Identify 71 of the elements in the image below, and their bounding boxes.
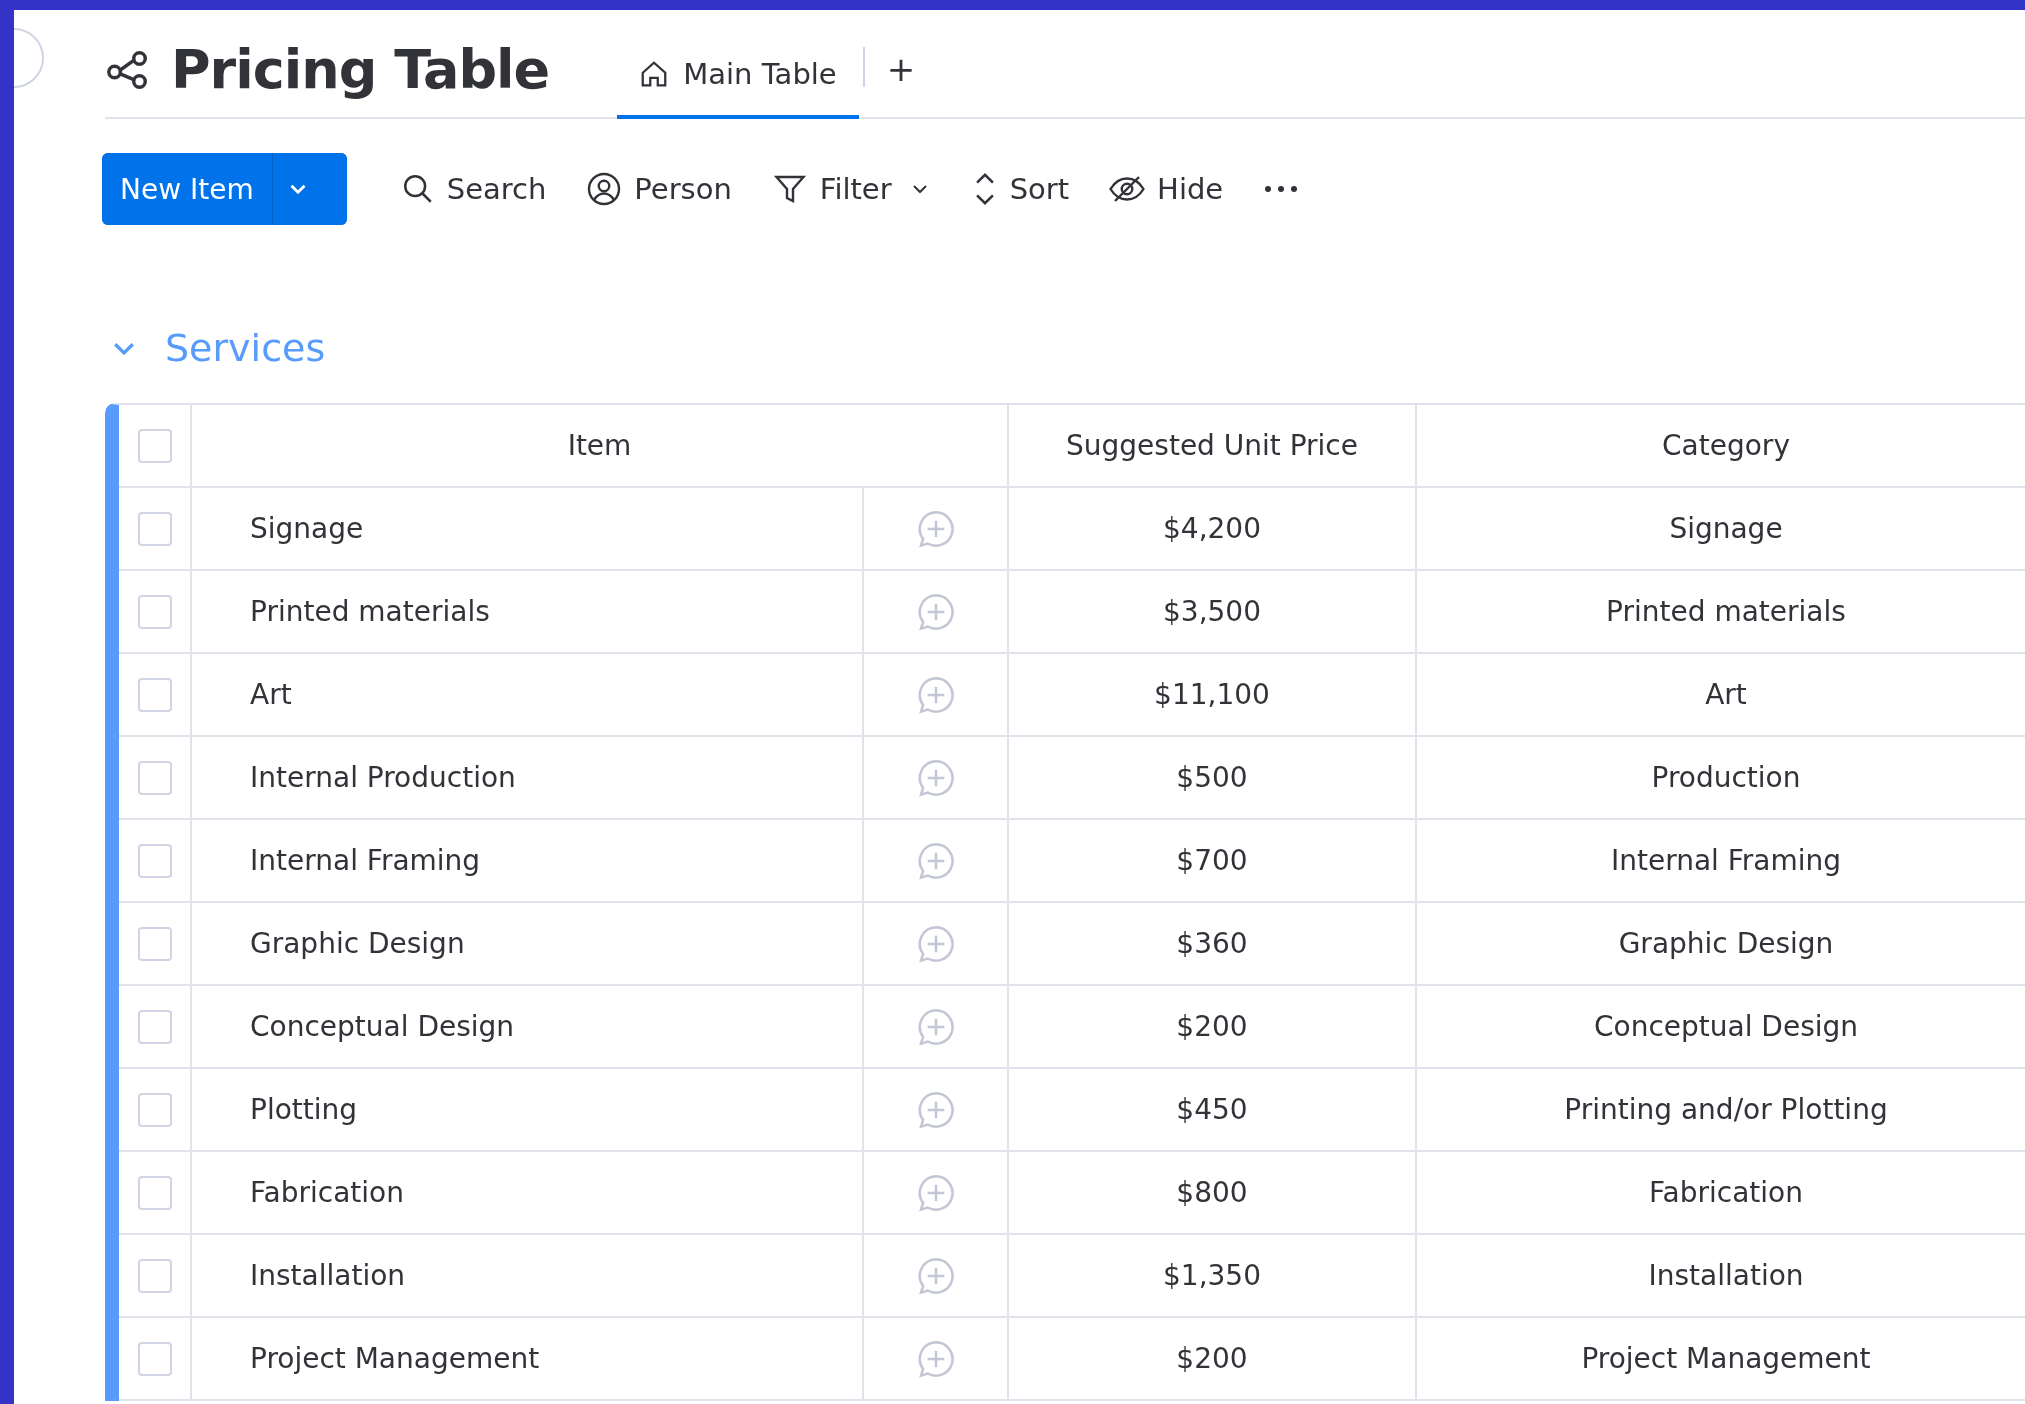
price-cell: $200: [1009, 986, 1417, 1067]
add-comment-icon[interactable]: [915, 1089, 956, 1130]
person-icon: [586, 171, 623, 207]
item-cell[interactable]: Plotting: [192, 1069, 864, 1150]
item-cell[interactable]: Art: [192, 654, 864, 735]
price-cell: $200: [1009, 1318, 1417, 1399]
person-button[interactable]: Person: [566, 171, 752, 207]
add-comment-icon[interactable]: [915, 674, 956, 715]
category-cell: Signage: [1417, 488, 2025, 569]
checkbox[interactable]: [137, 760, 172, 795]
checkbox[interactable]: [137, 1009, 172, 1044]
category-cell: Printing and/or Plotting: [1417, 1069, 2025, 1150]
price-cell: $4,200: [1009, 488, 1417, 569]
checkbox[interactable]: [137, 1258, 172, 1293]
item-cell[interactable]: Printed materials: [192, 571, 864, 652]
item-cell[interactable]: Installation: [192, 1235, 864, 1316]
add-comment-icon[interactable]: [915, 1338, 956, 1379]
checkbox[interactable]: [137, 1092, 172, 1127]
item-cell[interactable]: Project Management: [192, 1318, 864, 1399]
add-comment-icon[interactable]: [915, 1006, 956, 1047]
add-comment-icon[interactable]: [915, 1255, 956, 1296]
view-tab[interactable]: Main Table: [617, 57, 859, 119]
new-item-dropdown-button[interactable]: [271, 153, 347, 225]
price-cell: $11,100: [1009, 654, 1417, 735]
category-cell: Production: [1417, 737, 2025, 818]
item-cell[interactable]: Fabrication: [192, 1152, 864, 1233]
add-view-button[interactable]: +: [868, 49, 934, 117]
item-cell[interactable]: Internal Production: [192, 737, 864, 818]
hide-button[interactable]: Hide: [1089, 172, 1244, 206]
checkbox[interactable]: [137, 926, 172, 961]
category-cell: Printed materials: [1417, 571, 2025, 652]
price-cell: $700: [1009, 820, 1417, 901]
price-cell: $360: [1009, 903, 1417, 984]
category-cell: Conceptual Design: [1417, 986, 2025, 1067]
item-cell[interactable]: Signage: [192, 488, 864, 569]
sort-button[interactable]: Sort: [951, 170, 1090, 208]
add-comment-icon[interactable]: [915, 508, 956, 549]
item-cell[interactable]: Internal Framing: [192, 820, 864, 901]
checkbox[interactable]: [137, 428, 172, 463]
category-cell: Project Management: [1417, 1318, 2025, 1399]
category-cell: Installation: [1417, 1235, 2025, 1316]
add-comment-icon[interactable]: [915, 757, 956, 798]
checkbox[interactable]: [137, 594, 172, 629]
checkbox[interactable]: [137, 843, 172, 878]
checkbox[interactable]: [137, 677, 172, 712]
add-comment-icon[interactable]: [915, 923, 956, 964]
price-cell: $450: [1009, 1069, 1417, 1150]
category-cell: Fabrication: [1417, 1152, 2025, 1233]
add-comment-icon[interactable]: [915, 840, 956, 881]
add-comment-icon[interactable]: [915, 1172, 956, 1213]
more-icon[interactable]: [1263, 184, 1300, 194]
item-cell[interactable]: Graphic Design: [192, 903, 864, 984]
board-title: Pricing Table: [171, 38, 550, 101]
item-cell[interactable]: Conceptual Design: [192, 986, 864, 1067]
price-cell: $3,500: [1009, 571, 1417, 652]
column-header: Category: [1417, 405, 2025, 486]
checkbox[interactable]: [137, 511, 172, 546]
price-cell: $800: [1009, 1152, 1417, 1233]
add-comment-icon[interactable]: [915, 591, 956, 632]
category-cell: Art: [1417, 654, 2025, 735]
price-cell: $500: [1009, 737, 1417, 818]
column-header: Suggested Unit Price: [1009, 405, 1417, 486]
checkbox[interactable]: [137, 1341, 172, 1376]
filter-button[interactable]: Filter: [751, 171, 912, 207]
price-cell: $1,350: [1009, 1235, 1417, 1316]
search-button[interactable]: Search: [380, 172, 567, 206]
checkbox[interactable]: [137, 1175, 172, 1210]
eye-slash-icon: [1109, 174, 1146, 204]
category-cell: Internal Framing: [1417, 820, 2025, 901]
column-header: Item: [192, 405, 1009, 486]
category-cell: Graphic Design: [1417, 903, 2025, 984]
